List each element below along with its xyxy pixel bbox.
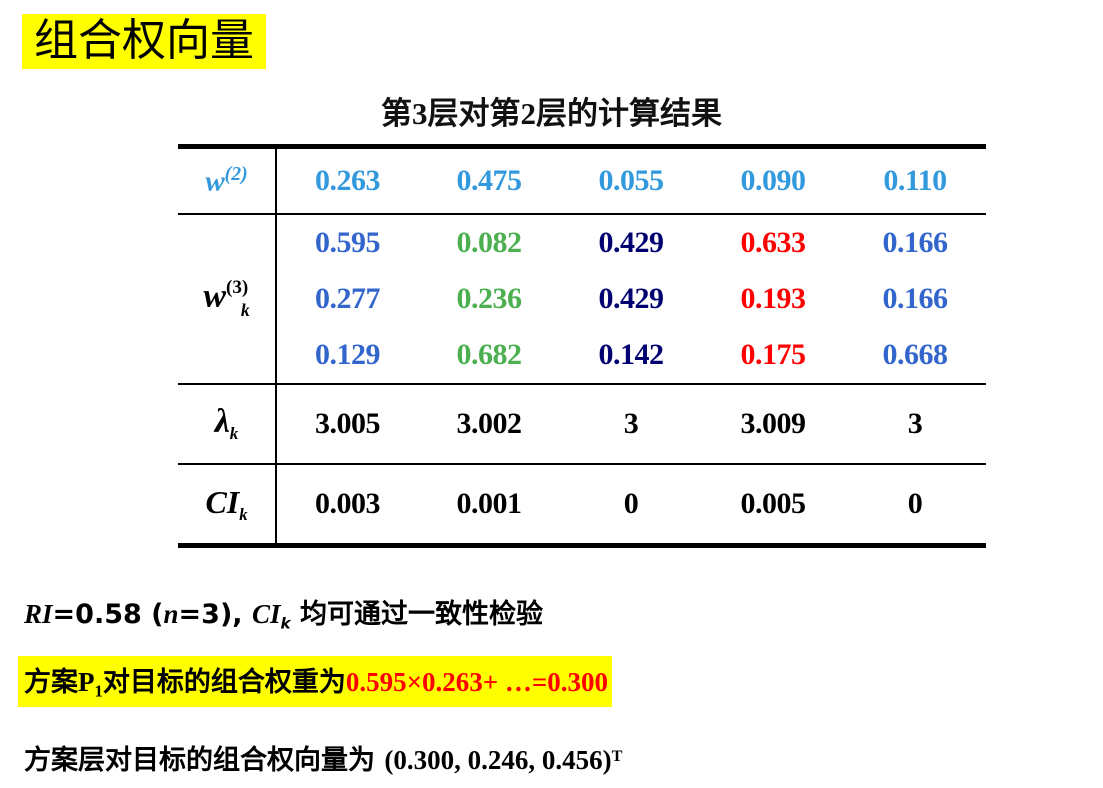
lambda-base: λ xyxy=(214,403,230,441)
combined-plan-subscript: 1 xyxy=(94,681,103,701)
table-row-lambda: λk 3.005 3.002 3 3.009 3 xyxy=(178,383,986,464)
w2-superscript: (2) xyxy=(224,163,248,186)
results-table: w(2) 0.263 0.475 0.055 0.090 0.110 w(3)k… xyxy=(178,144,986,548)
cell-w3-r3-c1: 0.129 xyxy=(315,338,381,371)
note-combined-weight: 方案P1对目标的组合权重为0.595×0.263+ …=0.300 xyxy=(18,656,613,708)
cell-lambda-c4: 3.009 xyxy=(702,383,844,464)
ri-value: =0.58 ( xyxy=(52,599,164,630)
cell-w3-r1-c5: 0.166 xyxy=(844,213,986,271)
caption-layer-3: 3 xyxy=(412,96,428,131)
w3-base: w xyxy=(203,277,227,315)
cell-lambda-c3: 3 xyxy=(560,383,702,464)
ri-ci-label: CI xyxy=(251,599,281,629)
note-weight-vector: 方案层对目标的组合权向量为 (0.300, 0.246, 0.456)T xyxy=(24,738,622,777)
cell-ci-c1: 0.003 xyxy=(276,463,418,548)
page-title: 组合权向量 xyxy=(22,14,266,70)
cell-w2-c4: 0.090 xyxy=(702,144,844,214)
note-consistency-check: RI=0.58 (n=3), CIk 均可通过一致性检验 xyxy=(24,592,543,632)
row-label-w2: w(2) xyxy=(178,144,277,214)
row-label-lambda-k: λk xyxy=(178,383,277,464)
cell-w3-r3-c3: 0.142 xyxy=(598,338,665,371)
ci-base: CI xyxy=(205,483,240,520)
cell-ci-c2: 0.001 xyxy=(418,463,560,548)
combined-formula: 0.595×0.263+ …=0.300 xyxy=(345,667,609,697)
cell-w2-c1: 0.263 xyxy=(276,144,418,214)
w3-subscript: k xyxy=(240,300,250,321)
caption-part-3: 层的计算结果 xyxy=(536,96,722,132)
caption-part-1: 第 xyxy=(381,96,412,132)
caption-part-2: 层对第 xyxy=(427,96,521,132)
cell-w3-r1-c3: 0.429 xyxy=(560,213,702,271)
w2-base: w xyxy=(205,165,225,198)
vector-transpose-superscript: T xyxy=(611,746,623,765)
caption-layer-2: 2 xyxy=(520,96,537,131)
lambda-subscript: k xyxy=(229,424,239,444)
row-label-ci-k: CIk xyxy=(178,463,277,548)
cell-ci-c5: 0 xyxy=(844,463,986,548)
ri-n-label: n xyxy=(163,599,179,629)
ri-ci-subscript: k xyxy=(280,614,291,633)
cell-w3-r2-c2: 0.236 xyxy=(456,282,523,315)
ri-label: RI xyxy=(24,599,53,629)
combined-middle: 对目标的组合权重为 xyxy=(102,667,346,698)
cell-lambda-c2: 3.002 xyxy=(418,383,560,464)
cell-lambda-c1: 3.005 xyxy=(276,383,418,464)
cell-lambda-c5: 3 xyxy=(844,383,986,464)
vector-value: (0.300, 0.246, 0.456) xyxy=(384,745,612,775)
cell-ci-c4: 0.005 xyxy=(702,463,844,548)
cell-ci-c3: 0 xyxy=(560,463,702,548)
cell-w3-r2-c5: 0.166 xyxy=(882,282,949,315)
cell-w3-r3-c5: 0.668 xyxy=(882,338,949,371)
ri-tail-text: 均可通过一致性检验 xyxy=(290,599,543,630)
ri-n-value: =3), xyxy=(178,599,252,630)
cell-w2-c5: 0.110 xyxy=(844,144,986,214)
cell-w3-r3-c2: 0.682 xyxy=(456,338,523,371)
combined-plan-label: P xyxy=(78,667,95,697)
table-row-w2: w(2) 0.263 0.475 0.055 0.090 0.110 xyxy=(178,144,986,214)
cell-w2-c2: 0.475 xyxy=(418,144,560,214)
w3-superscript: (3) xyxy=(226,276,249,298)
cell-w3-r1-c2: 0.082 xyxy=(418,213,560,271)
cell-w3-r3-c4: 0.175 xyxy=(740,338,807,371)
ci-subscript: k xyxy=(239,504,248,524)
table-caption: 第3层对第2层的计算结果 xyxy=(0,88,1103,133)
combined-prefix: 方案 xyxy=(24,667,78,698)
cell-w3-r2-c4: 0.193 xyxy=(740,282,807,315)
table-row-w3-1: w(3)k 0.595 0.082 0.429 0.633 0.166 xyxy=(178,213,986,384)
row-label-w3k: w(3)k xyxy=(178,213,277,384)
cell-w3-r1-c4: 0.633 xyxy=(702,213,844,271)
vector-prefix: 方案层对目标的组合权向量为 xyxy=(24,745,385,776)
cell-w3-r1-c1: 0.595 xyxy=(276,213,418,271)
cell-w3-r2-c3: 0.429 xyxy=(598,282,665,315)
table-row-w3-3: 0.129 0.682 0.142 0.175 0.668 xyxy=(178,327,986,384)
cell-w3-r2-c1: 0.277 xyxy=(315,282,381,315)
cell-w2-c3: 0.055 xyxy=(560,144,702,214)
table-row-w3-2: 0.277 0.236 0.429 0.193 0.166 xyxy=(178,271,986,327)
table-row-ci: CIk 0.003 0.001 0 0.005 0 xyxy=(178,463,986,548)
